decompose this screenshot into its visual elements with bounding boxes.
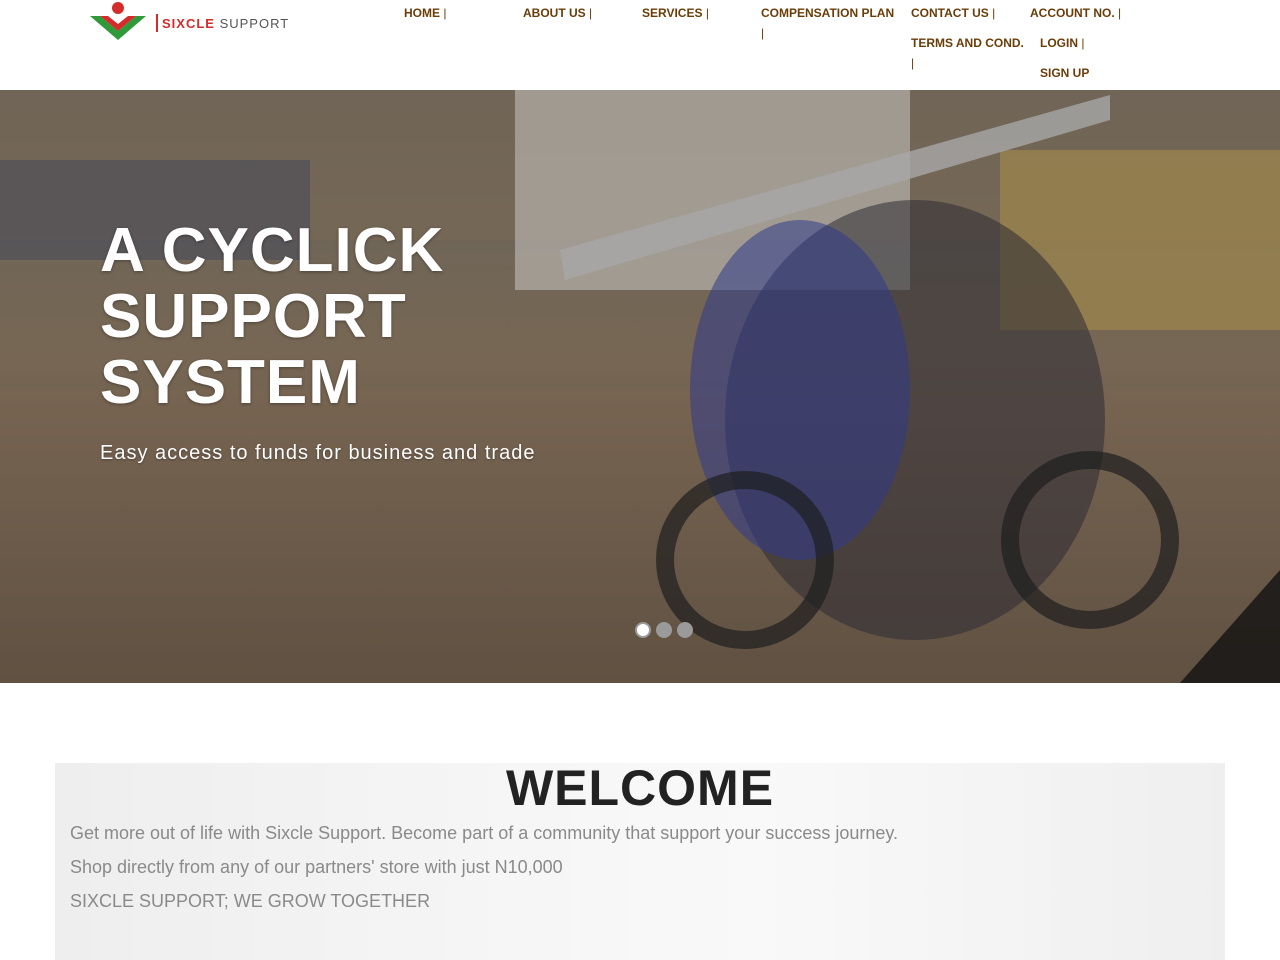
- nav-login[interactable]: LOGIN |: [1040, 33, 1084, 53]
- welcome-section: WELCOME Get more out of life with Sixcle…: [55, 760, 1225, 960]
- nav-account-no[interactable]: ACCOUNT NO. |: [1030, 3, 1121, 23]
- logo-divider: [156, 14, 158, 32]
- nav-home[interactable]: HOME |: [404, 3, 446, 23]
- hero-title: A CYCLICK SUPPORT SYSTEM: [100, 216, 445, 417]
- welcome-text-line-3: SIXCLE SUPPORT; WE GROW TOGETHER: [70, 891, 431, 911]
- slide-dot-3[interactable]: [677, 622, 693, 638]
- nav-services[interactable]: SERVICES |: [642, 3, 709, 23]
- slide-dot-2[interactable]: [656, 622, 672, 638]
- nav-about-us[interactable]: ABOUT US |: [523, 3, 592, 23]
- hero-slider: A CYCLICK SUPPORT SYSTEM Easy access to …: [0, 90, 1280, 683]
- nav-sign-up[interactable]: SIGN UP: [1040, 63, 1089, 83]
- hero-subtitle: Easy access to funds for business and tr…: [100, 442, 536, 464]
- welcome-heading: WELCOME: [505, 760, 775, 816]
- nav-contact-us[interactable]: CONTACT US |: [911, 3, 995, 23]
- welcome-text-line-2: Shop directly from any of our partners' …: [70, 857, 563, 877]
- site-header: SIXCLE SUPPORT HOME | ABOUT US | SERVICE…: [0, 0, 1280, 90]
- nav-terms-and-conditions[interactable]: TERMS AND COND. |: [911, 33, 1051, 73]
- welcome-text-line-1: Get more out of life with Sixcle Support…: [70, 823, 899, 843]
- nav-compensation-plan[interactable]: COMPENSATION PLAN |: [761, 3, 901, 43]
- person-chevron-logo-icon: [90, 2, 146, 40]
- logo-text: SIXCLE SUPPORT: [162, 15, 290, 31]
- site-logo[interactable]: SIXCLE SUPPORT: [86, 0, 316, 46]
- slider-pagination: [635, 622, 693, 638]
- slide-dot-1[interactable]: [635, 622, 651, 638]
